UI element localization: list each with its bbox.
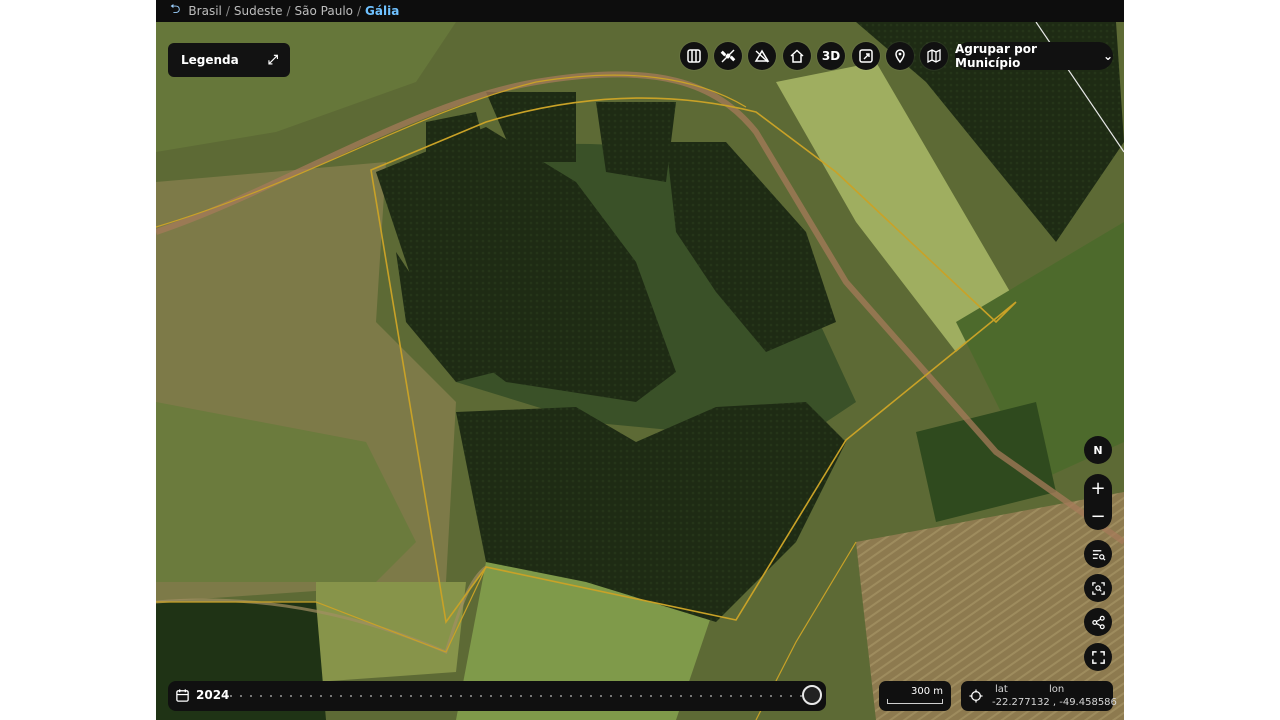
breadcrumb-item-sao-paulo[interactable]: São Paulo <box>295 4 353 18</box>
undo-arrow-icon[interactable]: ⮌ <box>170 0 180 22</box>
timeline-year: 2024 <box>196 688 230 702</box>
breadcrumb-item-galia: Gália <box>365 4 400 18</box>
scale-label: 300 m <box>910 686 943 697</box>
timeline-track[interactable] <box>230 695 810 697</box>
chevron-down-icon: ⌄ <box>1102 49 1113 63</box>
satellite-map[interactable] <box>156 22 1124 720</box>
list-search-icon[interactable] <box>1084 540 1112 568</box>
legend-button[interactable]: Legenda ⤢ <box>168 43 290 77</box>
breadcrumb-item-brasil[interactable]: Brasil <box>188 4 221 18</box>
group-by-value: Agrupar por Município <box>955 42 1037 70</box>
coordinates-value: -22.277132 , -49.458586 <box>992 697 1117 708</box>
group-by-select[interactable]: Agrupar por Município ⌄ <box>955 42 1113 70</box>
calendar-icon <box>176 689 189 702</box>
compass-button[interactable]: N <box>1084 436 1112 464</box>
legend-label: Legenda <box>181 53 239 67</box>
crosshair-icon[interactable] <box>969 689 983 703</box>
map-app: ⮌ Brasil / Sudeste / São Paulo / Gália L… <box>156 0 1124 720</box>
location-pin-icon[interactable] <box>886 42 914 70</box>
3d-toggle[interactable]: 3D <box>817 42 845 70</box>
scale-bar: 300 m <box>879 681 951 711</box>
export-map-icon[interactable] <box>852 42 880 70</box>
scale-line <box>887 699 943 704</box>
breadcrumb-separator: / <box>357 4 362 18</box>
map-icon[interactable] <box>920 42 948 70</box>
satellite-icon[interactable] <box>714 42 742 70</box>
fullscreen-icon[interactable] <box>1084 643 1112 671</box>
timeline-slider[interactable]: 2024 <box>168 681 826 711</box>
share-icon[interactable] <box>1084 608 1112 636</box>
lon-label: lon <box>1049 684 1065 695</box>
lat-label: lat <box>995 684 1008 695</box>
zoom-out-button[interactable]: − <box>1084 502 1112 530</box>
zoom-controls: + − <box>1084 474 1112 530</box>
expand-arrows-icon[interactable]: ⤢ <box>268 53 278 68</box>
coordinates-readout: lat lon -22.277132 , -49.458586 <box>961 681 1117 711</box>
zoom-in-button[interactable]: + <box>1084 474 1112 502</box>
home-icon[interactable] <box>783 42 811 70</box>
focus-search-icon[interactable] <box>1084 574 1112 602</box>
breadcrumb: ⮌ Brasil / Sudeste / São Paulo / Gália <box>156 0 1124 22</box>
breadcrumb-separator: / <box>286 4 291 18</box>
timeline-handle[interactable] <box>802 685 822 705</box>
breadcrumb-item-sudeste[interactable]: Sudeste <box>234 4 283 18</box>
breadcrumb-separator: / <box>225 4 230 18</box>
no-terrain-icon[interactable] <box>748 42 776 70</box>
columns-icon[interactable] <box>680 42 708 70</box>
